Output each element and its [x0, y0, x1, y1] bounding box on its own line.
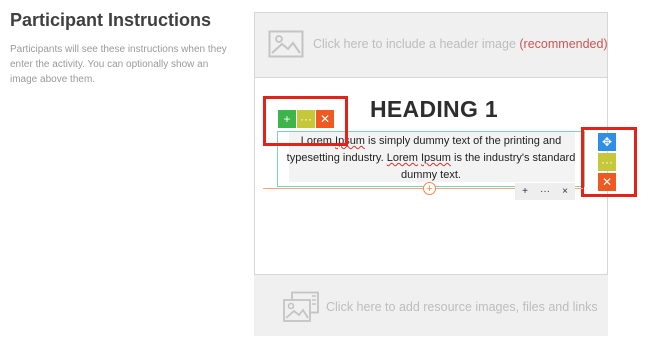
highlight-box-side-toolbar [581, 127, 637, 197]
mini-add-button[interactable]: + [515, 183, 535, 200]
image-icon [268, 30, 304, 58]
insert-block-button[interactable]: + [423, 182, 436, 195]
header-image-prompt[interactable]: Click here to include a header image (re… [313, 37, 608, 51]
section-title: Participant Instructions [10, 10, 212, 30]
heading-block[interactable]: HEADING 1 [370, 96, 498, 123]
misspelled-word: Lorem [386, 152, 418, 164]
misspelled-word: Ipsum [420, 152, 451, 164]
recommended-label: (recommended) [519, 37, 608, 51]
header-image-prompt-text: Click here to include a header image [313, 37, 516, 51]
gallery-icon [283, 291, 319, 322]
mini-close-button[interactable]: × [555, 183, 575, 200]
highlight-box-block-toolbar [263, 96, 348, 146]
mini-more-button[interactable]: ··· [535, 183, 555, 200]
section-description: Participants will see these instructions… [10, 44, 227, 85]
resources-prompt[interactable]: Click here to add resource images, files… [326, 300, 598, 314]
